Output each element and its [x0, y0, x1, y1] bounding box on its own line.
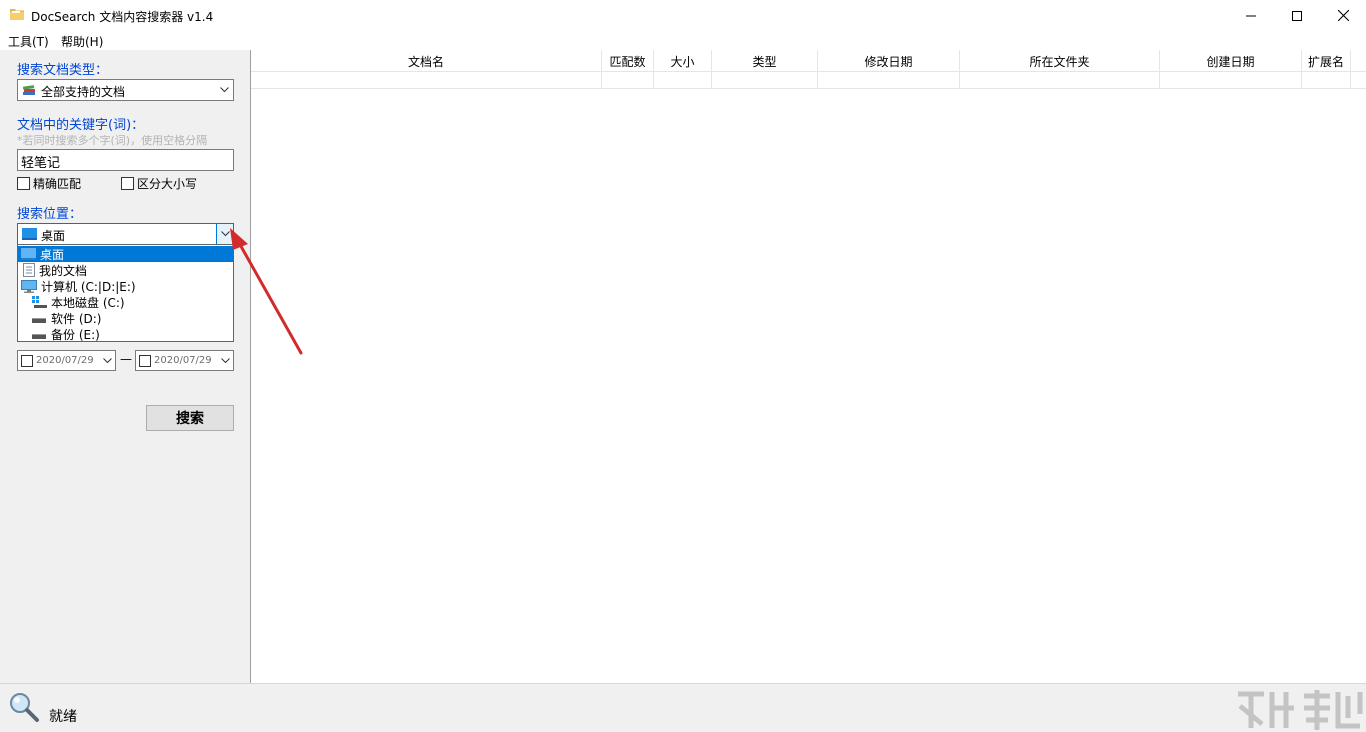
column-header-type[interactable]: 类型 — [712, 50, 818, 72]
table-cell — [1302, 72, 1351, 89]
location-option-drive-d[interactable]: 软件 (D:) — [18, 310, 233, 326]
checkbox-box — [121, 177, 134, 190]
case-sensitive-checkbox[interactable]: 区分大小写 — [121, 175, 197, 192]
doc-type-value: 全部支持的文档 — [41, 85, 126, 99]
keyword-input[interactable]: 轻笔记 — [17, 149, 234, 171]
location-option-desktop[interactable]: 桌面 — [18, 246, 233, 262]
chevron-down-icon — [221, 231, 230, 237]
date-from-checkbox[interactable] — [21, 355, 33, 367]
location-option-my-documents[interactable]: 我的文档 — [18, 262, 233, 278]
location-value: 桌面 — [41, 229, 66, 243]
option-label: 软件 (D:) — [51, 311, 102, 326]
column-header-extension[interactable]: 扩展名 — [1302, 50, 1351, 72]
windows-drive-icon — [32, 295, 47, 308]
watermark-logo-icon — [1238, 690, 1363, 730]
menu-bar: 工具(T) 帮助(H) — [0, 31, 1366, 50]
table-row[interactable] — [251, 72, 1366, 89]
option-label: 桌面 — [40, 247, 65, 262]
document-icon — [23, 263, 35, 277]
keyword-label: 文档中的关键字(词)： — [17, 118, 145, 133]
column-header-folder[interactable]: 所在文件夹 — [960, 50, 1160, 72]
maximize-button[interactable] — [1274, 0, 1320, 31]
table-cell — [818, 72, 960, 89]
date-from-value: 2020/07/29 — [36, 355, 94, 366]
folder-icon — [10, 9, 24, 20]
minimize-button[interactable] — [1228, 0, 1274, 31]
column-header-name[interactable]: 文档名 — [251, 50, 602, 72]
option-label: 计算机 (C:|D:|E:) — [41, 279, 136, 294]
table-cell — [654, 72, 712, 89]
magnifier-icon — [10, 693, 39, 722]
desktop-icon — [22, 228, 37, 240]
table-cell — [1160, 72, 1302, 89]
exact-match-label: 精确匹配 — [33, 177, 82, 191]
books-icon — [22, 85, 35, 95]
location-option-drive-e[interactable]: 备份 (E:) — [18, 326, 233, 342]
location-option-computer[interactable]: 计算机 (C:|D:|E:) — [18, 278, 233, 294]
table-header: 文档名 匹配数 大小 类型 修改日期 所在文件夹 创建日期 扩展名 — [251, 50, 1366, 72]
results-table: 文档名 匹配数 大小 类型 修改日期 所在文件夹 创建日期 扩展名 — [251, 50, 1366, 683]
close-button[interactable] — [1320, 0, 1366, 31]
search-button[interactable]: 搜索 — [146, 405, 234, 431]
chevron-down-icon — [220, 87, 229, 93]
column-header-matches[interactable]: 匹配数 — [602, 50, 654, 72]
option-label: 本地磁盘 (C:) — [51, 295, 125, 310]
table-cell — [960, 72, 1160, 89]
location-option-drive-c[interactable]: 本地磁盘 (C:) — [18, 294, 233, 310]
date-to-checkbox[interactable] — [139, 355, 151, 367]
doc-type-select[interactable]: 全部支持的文档 — [17, 79, 234, 101]
location-select[interactable]: 桌面 — [17, 223, 234, 245]
window-title: DocSearch 文档内容搜索器 v1.4 — [31, 10, 214, 24]
table-cell — [712, 72, 818, 89]
doc-type-label: 搜索文档类型： — [17, 63, 109, 78]
menu-tools[interactable]: 工具(T) — [8, 33, 49, 50]
location-label: 搜索位置： — [17, 207, 83, 222]
checkbox-box — [17, 177, 30, 190]
column-header-modified[interactable]: 修改日期 — [818, 50, 960, 72]
dropdown-toggle-button[interactable] — [216, 224, 233, 244]
table-cell — [602, 72, 654, 89]
keyword-hint: *若同时搜索多个字(词)，使用空格分隔 — [17, 134, 208, 147]
option-label: 备份 (E:) — [51, 327, 100, 342]
option-label: 我的文档 — [39, 263, 88, 278]
maximize-icon — [1292, 10, 1302, 21]
status-bar: 就绪 — [0, 683, 1366, 732]
case-sensitive-label: 区分大小写 — [137, 177, 198, 191]
title-bar: DocSearch 文档内容搜索器 v1.4 — [0, 0, 1366, 31]
status-text: 就绪 — [49, 709, 77, 725]
close-icon — [1337, 10, 1349, 21]
drive-icon — [32, 333, 46, 339]
date-separator: — — [120, 352, 132, 366]
chevron-down-icon — [221, 358, 230, 364]
date-to-value: 2020/07/29 — [154, 355, 212, 366]
location-dropdown-list: 桌面 我的文档 计算机 (C:|D:|E:) 本地磁盘 (C:) 软件 (D:)… — [17, 244, 234, 342]
desktop-icon — [21, 248, 36, 260]
date-from-picker[interactable]: 2020/07/29 — [17, 350, 116, 371]
table-cell — [251, 72, 602, 89]
minimize-icon — [1246, 15, 1256, 16]
menu-help[interactable]: 帮助(H) — [61, 33, 103, 50]
chevron-down-icon — [103, 358, 112, 364]
exact-match-checkbox[interactable]: 精确匹配 — [17, 175, 81, 192]
drive-icon — [32, 317, 46, 323]
column-header-created[interactable]: 创建日期 — [1160, 50, 1302, 72]
computer-icon — [21, 279, 37, 293]
column-header-size[interactable]: 大小 — [654, 50, 712, 72]
date-to-picker[interactable]: 2020/07/29 — [135, 350, 234, 371]
